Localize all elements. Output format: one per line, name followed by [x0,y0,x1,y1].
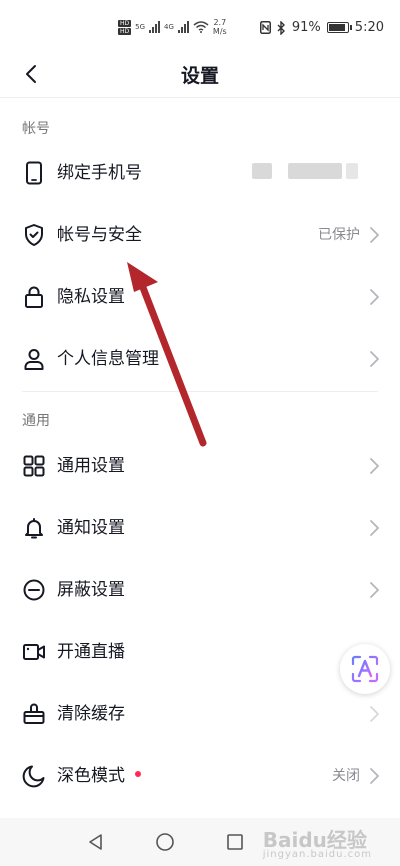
row-account-security[interactable]: 帐号与安全 已保护 [0,204,400,266]
bell-icon [25,518,43,539]
new-badge-dot [135,771,141,777]
section-label-general: 通用 [22,413,50,429]
network-status: HD HD 5G 4G 2.7 M/s [118,18,227,36]
chevron-right-icon [370,351,379,367]
clock: 5:20 [354,20,384,35]
chevron-right-icon [370,227,379,243]
hd-badge: HD [118,27,132,35]
shield-check-icon [25,224,43,246]
bluetooth-icon [277,20,285,35]
baidu-jingyan-watermark: Baidu经验 jingyan.baidu.com [262,828,372,860]
chevron-right-icon [370,289,379,305]
signal-icon [177,21,189,33]
phone-icon [26,161,42,185]
row-label: 个人信息管理 [57,349,159,369]
network-speed: 2.7 M/s [212,18,227,36]
row-dark-mode[interactable]: 深色模式 关闭 [0,745,400,807]
row-label: 隐私设置 [57,287,125,307]
battery-percent: 91% [291,20,321,35]
row-label: 通用设置 [57,456,125,476]
network-type: 5G [135,23,146,31]
system-nav-bar: Baidu经验 jingyan.baidu.com [0,818,400,866]
floating-scan-button[interactable] [340,644,390,694]
system-status: 91% 5:20 [259,20,384,35]
lock-icon [25,286,43,308]
network-type: 4G [164,23,174,31]
chevron-right-icon [370,582,379,598]
nav-home-icon[interactable] [155,832,175,852]
masked-phone-number [346,163,358,179]
hd-badges: HD HD [118,19,132,35]
row-general-settings[interactable]: 通用设置 [0,435,400,497]
row-personal-info[interactable]: 个人信息管理 [0,328,400,390]
page-title: 设置 [180,65,219,87]
nav-back-icon[interactable] [86,832,106,852]
row-label: 帐号与安全 [57,225,142,245]
grid-icon [23,455,45,477]
nav-recents-icon[interactable] [225,832,245,852]
nav-header: 设置 [0,50,400,98]
chevron-right-icon [370,458,379,474]
video-camera-icon [23,644,45,660]
row-value: 已保护 [318,227,360,243]
moon-icon [22,765,45,788]
nfc-icon [259,21,271,34]
row-block[interactable]: 屏蔽设置 [0,559,400,621]
text-scan-icon [351,655,379,683]
battery-icon [326,22,352,33]
row-cache[interactable]: 清除缓存 [0,683,400,745]
masked-phone-number [288,163,342,179]
section-label-account: 帐号 [22,121,50,137]
row-label: 清除缓存 [57,704,125,724]
row-value: 关闭 [332,768,360,784]
block-icon [23,579,45,601]
hd-badge: HD [118,19,132,27]
row-label: 开通直播 [57,642,125,662]
row-label: 绑定手机号 [57,163,142,183]
status-bar: HD HD 5G 4G 2.7 M/s 91% 5:20 [0,0,400,50]
row-privacy[interactable]: 隐私设置 [0,266,400,328]
broom-icon [23,703,45,724]
chevron-right-icon [370,520,379,536]
section-divider [22,391,378,392]
row-label: 通知设置 [57,518,125,538]
row-label: 屏蔽设置 [57,580,125,600]
masked-phone-number [252,163,272,179]
chevron-right-icon [370,768,379,784]
wifi-icon [193,21,209,33]
row-label: 深色模式 [57,764,141,788]
row-notification[interactable]: 通知设置 [0,497,400,559]
signal-icon [149,21,161,33]
person-icon [24,349,44,370]
chevron-right-icon [370,706,379,722]
